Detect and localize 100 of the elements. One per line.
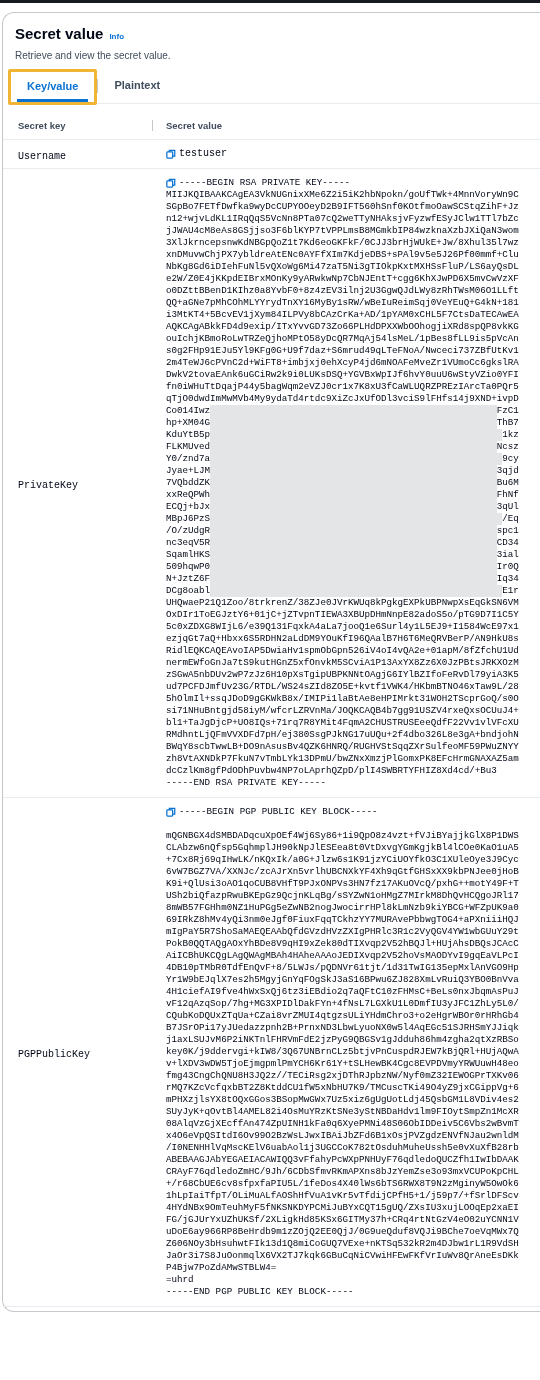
key-text-line: vF12qAzqSop/7hg+MG3XPIDlDakFYn+4fNsL7LGXkU1L0DmfIU3yJFC1ZhLy5L0/	[166, 998, 519, 1010]
key-text-line: 4DB10pTMbR0TdfEnQvF+8/5LWJs/pQDNVr61tjt/1d31TwIG135epMxlAnVGO9Hp	[166, 962, 519, 974]
key-text-line: key0K/j9ddervgi+kIW8/3Q67UNBrnCLz5btjvPnCuspdRJEW7kBjQRl+HUjAQwA	[166, 1046, 519, 1058]
key-text-line: AiICBhUKCQgLAgQWAgMBAh4HAheAAAoJEDIXvqp2V52hoVsMAODYvI9gqEaVLPcI	[166, 950, 519, 962]
key-text-line: ThB7	[496, 417, 519, 429]
key-text-line: 2m4TeWJ6cPVnC2d+WiFT8+imbjxj0ehXcyP4jd6mNOAFeMveZr1VUmoCc6gkslRA	[166, 357, 519, 369]
key-text-line: FhNf	[496, 489, 519, 501]
key-text-line: FLKMUved	[166, 441, 211, 453]
key-text-line: Ncsz	[496, 441, 519, 453]
key-text-line: dcCzlKm8gfPdODhPuvbw4NP7oLAprhQZpD/plI4SWBRTYFHIZ8Xd4cd/+Bu3	[166, 765, 498, 777]
copy-icon[interactable]	[166, 178, 176, 188]
key-text-line: SUyJyK+qOvtBl4AMEL82i4OsMuYRzKtSNe3yStNBDaHdv1lm9FIOytSmpZn1McXR	[166, 1106, 519, 1118]
key-text-line: ezjqGt7aQ+Hbxx6S5RDHN2aLdDM9YOuKfI96QAalB7H6T6MeQRVBerP/AN9HkU8s	[166, 633, 519, 645]
key-text-line: 9cy	[502, 453, 519, 465]
key-text-line: mIgPaY5R7ShoSaMAEQEAAbQfdGVzdHVzZXIgPHRlc3R1c2VyQGV4YW1wbGUuY29t	[166, 926, 519, 938]
key-text-line: SGpBo7FETfDwfka9wyDcCUPYOOeyD2B9IFT560hSnf0KOtfmoOawSCStqZihF+Jz	[166, 201, 519, 213]
key-text-line: FzC1	[496, 405, 519, 417]
key-text-line: UHQwaeP21Q1Zoo/8trkrenZ/38ZJe0JVrKWUq8kPgkgEXPkUBPNwpXsEqGkSN6VM	[166, 597, 519, 609]
key-text-line: FG/jGJUrYxUZhUKSf/2XLigkHd85KSx6GITMy37h+CRq4rtNtGzV4eO02uYCNN1V	[166, 1214, 519, 1226]
key-text-line: fn0iWHuTtDqajP44y5bagWqm2eVZJ0cr1x7K8xU3fCaWLUQRZPREzIArcTa0PQr5	[166, 381, 519, 393]
key-text-line: +7Cx8Rj69qIHwLK/nKQxIk/a0G+Jlzw6s1K91jzYCiUOYfkO3C1XUleOye3J9Cyc	[166, 854, 519, 866]
key-text-line: jJWAU4cM8eAs8GSjjso3F6blKYP7tVPPLmsB8MGmkbIP84wzknaXzbJXiQaN3wom	[166, 225, 519, 237]
key-text-line: 509hqwP0	[166, 561, 211, 573]
key-text-line: P4Bjw7PoZdAMwSTBLW4=	[166, 1262, 278, 1274]
key-text-line: ud7PCFDJmfUv23G/RTDL/WS24sZId8ZO5E+kvtf1VWK4/HKbmBTNO46xTaw9L/28	[166, 681, 519, 693]
key-text-line: o0DZttBBenD1KIhz0a8YvbF0+8z4zEV3ilnj2U3GgwQJdLWy8zRhTWsM06O1LLft	[166, 285, 519, 297]
key-text-line: OxDIr1ToEGJztY6+01jC+jZTvpnTIEWA3XBUpDHmNnpE82adoS5o/pTG9D7I1C5Y	[166, 609, 519, 621]
key-text-line: nc3eqV5R	[166, 537, 211, 549]
column-header: Secret value	[165, 120, 222, 131]
key-text-line: KduYtB5p	[166, 429, 211, 441]
key-text-line: xnDMuvwChjPX7ybldreAtENc0AYFfXIm7KdjeDBS+sPAl9v5e5J26Pf00mmf+Clu	[166, 249, 519, 261]
key-text-line: +/r68CbUE6cv8sfpxfaPIU5L/1feDos4X40lWs6bTS6RWX8T9N2zMginyW5OwOk6	[166, 1178, 519, 1190]
tab[interactable]: Key/value	[17, 72, 89, 102]
key-text-line: fmg43CngChQNU8H3JQ2z//TECiRsg2xjDThRJpbzNW/Nyf0mZ32IEWOGPrTXKv06	[166, 1070, 519, 1082]
key-text-line: qTjO0dwdImMwMVb4My9ydaTd4rtdc9XiZcJxUfODl3vciS9lFHfs14j9XND+ivpD	[166, 393, 519, 405]
key-text-line: USh2biQfazpRwuBKEpGz9QcjnKLqBg/sSYZwN1oHMgZ7MIrkM8DhQvHCQgoJRl17	[166, 890, 519, 902]
key-footer: -----END RSA PRIVATE KEY-----	[166, 777, 519, 789]
key-text-line: 7VQbddZK	[166, 477, 211, 489]
key-text-line: ECQj+bJx	[166, 501, 211, 513]
key-text-line: E1r	[502, 585, 519, 597]
key-text-line: 5hOlmIl+ssqJDoD9gGKWkB8x/IMIPi1laBtAe8eHPIMrkt31WOH2TScprGoQ/s0O	[166, 693, 519, 705]
key-text-line: ABEBAAGJAbYEGAEIACAWIQQ3vFfahyPcWXpPNHUyF76qdledoQUCZfh1IwIbDAAK	[166, 1154, 519, 1166]
key-text-line: si71NHuBntgjd58iyM/wfcrLZRVnMa/JOQKCAQB4b7gg91USZV4rxeQxsOCUuJ4+	[166, 705, 519, 717]
copy-icon[interactable]	[166, 807, 176, 817]
key-text-line: /O/zUdgR	[166, 525, 211, 537]
key-text-line: =uhrd	[166, 1274, 195, 1286]
key-text-line: s0g2FHp91EJu5Yl9KFg0G+U9f7daz+S6mrud49qLTeFNoA/Nwceci737ZBfUtKv1	[166, 345, 519, 357]
key-text-line: Iq34	[496, 573, 519, 585]
key-text-line: 1hLpIaiTfpT/OLiMuALfAOShHfVuA1vKr5vTfdijCPfH5+1/j59p7/+fSrlDFScv	[166, 1190, 519, 1202]
tab[interactable]: Plaintext	[104, 71, 171, 101]
key-text-line: mPHXzjlsYX8tOQxGGos3BSopMwGWx7Uz5xiz6gUgUotLdj45QsbGM1L8VDiv4es2	[166, 1094, 519, 1106]
key-text-line: JaOr3i7S8JuOonmqlX6VX2TJ7kqk6GBuCqNiCVwiHFEwFKfVrIuWv8QrAneEsDKk	[166, 1250, 519, 1262]
key-text-line: j1axLSUJvM6P2iNKTnlFHRVmFdE2jzPyG9QBGSv1gJdduh86hm4zgha2qtXzRBSo	[166, 1034, 519, 1046]
key-header: -----BEGIN RSA PRIVATE KEY-----	[179, 177, 350, 189]
key-text-line: 8mWB57FGHhm0NZ1HuPGg5eZwNB2nogJwocirrHPl8kLmNzb9kiYBCG+WFZpUK9a0	[166, 902, 519, 914]
key-text-line: RMdhntLjQFmVVXDFd7pH/ej380SsgPJkNG17uUQu+2f4dbo326L8e3gA+bndjohN	[166, 729, 519, 741]
key-text-line: SqamlHKS	[166, 549, 211, 561]
key-text-line: QQ+aGNe7pMhCOhMLYYrydTnXY16MyBy1sRW/wBeIuReimSqj0VeYEuQ+G4kN+181	[166, 297, 519, 309]
key-text-line: CRAyF76qdledoZmHC/9Jh/6CDbSfmvRKmAPXns8bJzYemZse3o93mxVCUPoKpCHL	[166, 1166, 519, 1178]
key-footer: -----END PGP PUBLIC KEY BLOCK-----	[166, 1286, 519, 1298]
key-text-line: AQKCAgABkkFD4d9exip/ITxYvvGD73Zo66PLHdDPXXWbOOhogjiXRd8spQP8vkKG	[166, 321, 519, 333]
key-text-line: K9i+QlUsi3oAO1qoCUB8VHfT9PJxONPVs3HN7fz17AKuOVcQ/pxhG++motY49F+T	[166, 878, 519, 890]
column-header: Secret key	[3, 120, 153, 131]
key-text-line: 08AlqVzGjXEcffAn474ZpUINH1kFa0q6XyePMNi48S06ObIDDeiv5C6Vbs2wBvmT	[166, 1118, 519, 1130]
key-text-line: CLAbzw6nQfsp5GqhmplJH90kNpJlESEea8t0VtDxvgYGmKgjkBl4lCOe0KaO1uA5	[166, 842, 519, 854]
key-text-line: v+lXDV3wDW5TjoEjmgpmlPmYCH6Kr61Y+tSLHewBK4Cgc8EVPDVmyYRWUuwH48eo	[166, 1058, 519, 1070]
key-text-line: PokB0QQTAQgAOxYhBDe8V9qHI9xZek80dTIXvqp2V52hBQJl+HUjAhsDBQsJCAcC	[166, 938, 519, 950]
key-text-line: N+JztZ6F	[166, 573, 211, 585]
key-text-line: 3qjd	[496, 465, 519, 477]
key-text-line: 3XlJkrncepsnwKdNBGpQoZ1t7Kd6eoGKFkF/0CJJ3brHjWUkE+Jw/8Xhul35l7wz	[166, 237, 519, 249]
key-text-line: DCg8oabl	[166, 585, 211, 597]
copy-icon[interactable]	[166, 149, 176, 159]
key-text-line: 69IRkZ8hMv4yQi3nm0eJgf0FiuxFqqTCkhzYY7MURAvePbbwgTOG4+aPXniiiHQJ	[166, 914, 519, 926]
key-text-line: Yr1W9bEJqlX7es2h5MgyjGnYqFOgSkJ3aS16BPwu6ZJ828XmLvRuiQ3YBO0BnVva	[166, 974, 519, 986]
key-text-line: nermEWfoGnJa7tS9kutHGnZ5xfOnvkM5SCviA1P13AxYX8Zz6X0JzPBtsJRKXOzM	[166, 657, 519, 669]
key-text-line: 4HYdNBx9OmTeuhMyF5fNKSNKDYPCMiJuBYxCQT15gUQ/ZXsIU3xujLOOqEp2xaEI	[166, 1202, 519, 1214]
key-text-line: zh8VtAXNDkP7FkuN7vTmbLYk13DPmU/bwZNxXmzjPlGomxPK8EFcHrmGNAXAZ5am	[166, 753, 519, 765]
key-text-line: 1kz	[502, 429, 519, 441]
key-text-line: MIIJKQIBAAKCAgEA3VkNUGnixXMe6Z2i5iK2hbNpokn/goUfTWk+4MnnVoryWn9C	[166, 189, 519, 201]
key-text-line: uDoE6ay966RP8BeHrdb9m1zZOjQ2EE0QjJ/0G9ueQduf8VQJi9BChe7oeVqMWx7Q	[166, 1226, 519, 1238]
key-text-line: x4O6eVpQSItdI6Ov99O2BzWsLJwxIBAiJbZFd6B1xOsjPVZgdzENVfNJau2wnldM	[166, 1130, 519, 1142]
key-text-line: xxReQPWh	[166, 489, 211, 501]
key-header: -----BEGIN PGP PUBLIC KEY BLOCK-----	[179, 806, 378, 818]
key-text-line: 3qUl	[496, 501, 519, 513]
key-text-line: RidlEQKCAQEAvoIAP5DwiaHv1spmObGpn526iV4oI4vQA2e+01apM/8fZfchU1Ud	[166, 645, 519, 657]
key-text-line: NbKg8Gd6iDIehFuNl5vQXoWg6Mi47zaT5Ni3gTIOkpKxtMXHSsFluP/LS6ayQsDL	[166, 261, 519, 273]
key-text-line: Co014Iwz	[166, 405, 211, 417]
panel-description: Retrieve and view the secret value.	[15, 50, 172, 61]
key-text-line: hp+XM04G	[166, 417, 211, 429]
key-text-line: DwkV2tovaEAnk6uGCiRw2k9i0LUKsDSQ+YGVBxWpIJf6hvY0uuU6wStyVZio0YFI	[166, 369, 519, 381]
key-text-line: Z606NOy3bHsuhwtFIk13d1Q8miCoGUQ7VExe+nKTSq532kR2m4DJbw1rL1R9VdSH	[166, 1238, 519, 1250]
key-text-line: ouIchjKBmoRoLwTRZeQjhoMPtO58yDcQR7MqAj54lsMeL/1pBes8fLL9is5pVcAn	[166, 333, 519, 345]
key-text-line: Jyae+LJM	[166, 465, 211, 477]
key-text-line: bl1+TaJgDjcP+UO8IQs+71rq7R8YMit4FqmA2CHUSTRUSEeeQdfF22Vv1vlVFcXU	[166, 717, 519, 729]
key-text-line: 3ial	[496, 549, 519, 561]
key-text-line: /Eq	[502, 513, 519, 525]
info-link[interactable]: Info	[109, 32, 125, 41]
key-text-line: n12+wjvLdKL1IRqQqS5VcNn8PTa07cQ2weTTyNHAksjvFyzwfESyJClw1TTl7bZc	[166, 213, 519, 225]
panel-title: Secret value	[15, 25, 104, 42]
key-text-line: 4H1ciefAI9fve4hWxSxQj6tz3iEBdio2q7aQFtC10zFHMsC+BeLs0nxJbqmAsPuJ	[166, 986, 519, 998]
